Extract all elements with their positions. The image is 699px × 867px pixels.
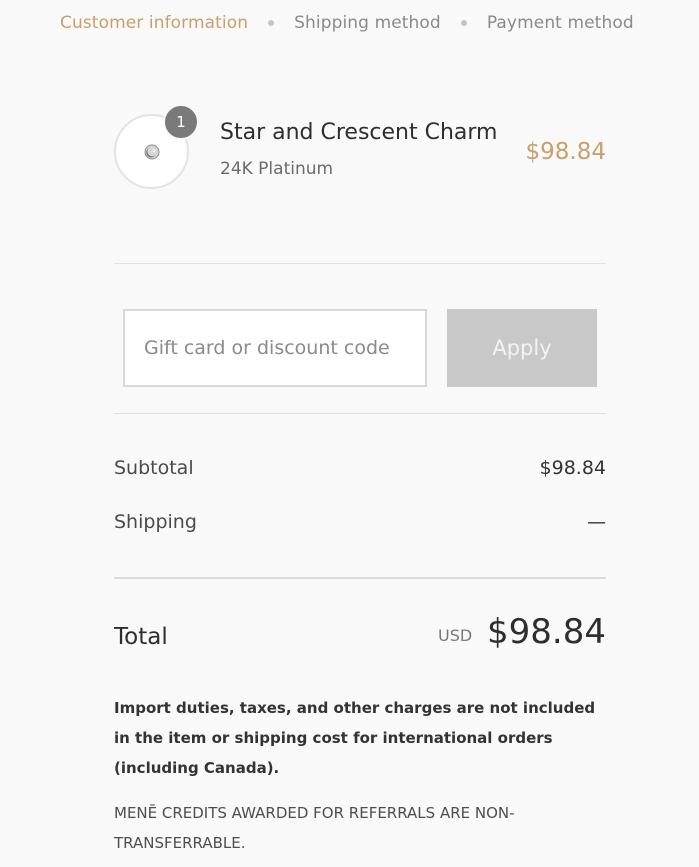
- currency-code: USD: [438, 626, 473, 645]
- discount-code-input[interactable]: [123, 309, 427, 387]
- product-line-item: 1 Star and Crescent Charm 24K Platinum $…: [114, 104, 606, 196]
- shipping-label: Shipping: [114, 511, 197, 533]
- product-name: Star and Crescent Charm: [220, 120, 498, 145]
- product-price: $98.84: [525, 139, 606, 165]
- breadcrumb-separator-dot: [460, 20, 467, 26]
- breadcrumb-customer-information[interactable]: Customer information: [60, 13, 248, 33]
- quantity-badge: 1: [163, 104, 199, 140]
- divider: [114, 577, 606, 579]
- subtotal-value: $98.84: [539, 457, 606, 479]
- product-variant: 24K Platinum: [220, 159, 334, 179]
- import-duties-notice: Import duties, taxes, and other charges …: [114, 699, 596, 777]
- breadcrumb: Customer information Shipping method Pay…: [60, 13, 634, 33]
- breadcrumb-separator-dot: [268, 20, 275, 26]
- subtotal-label: Subtotal: [114, 457, 194, 479]
- charm-image-icon: [144, 144, 160, 160]
- breadcrumb-payment-method: Payment method: [486, 13, 634, 33]
- divider: [114, 263, 606, 264]
- total-value: $98.84: [487, 612, 606, 652]
- apply-button[interactable]: Apply: [447, 309, 597, 387]
- divider: [114, 413, 606, 414]
- breadcrumb-shipping-method: Shipping method: [294, 13, 441, 33]
- total-label: Total: [114, 624, 168, 650]
- shipping-value: —: [587, 511, 606, 533]
- credits-notice: MENĒ CREDITS AWARDED FOR REFERRALS ARE N…: [114, 804, 515, 852]
